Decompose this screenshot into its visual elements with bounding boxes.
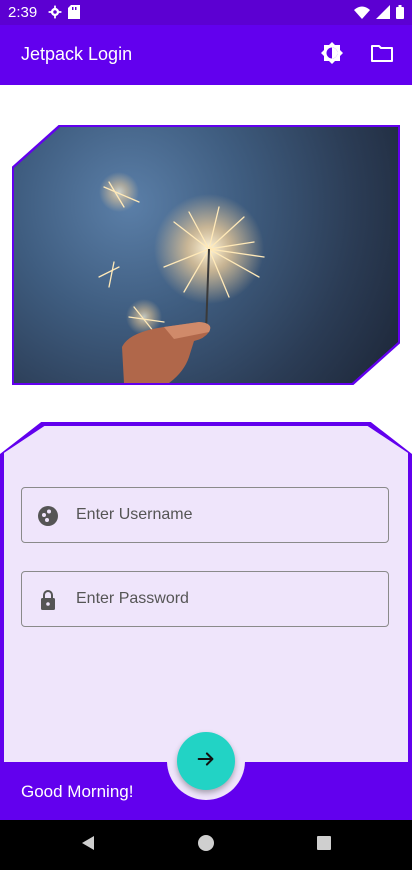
nav-back-button[interactable]	[76, 833, 100, 857]
password-field[interactable]: Enter Password	[21, 571, 389, 627]
nav-recents-button[interactable]	[312, 833, 336, 857]
password-placeholder: Enter Password	[76, 590, 189, 607]
app-title: Jetpack Login	[21, 44, 133, 64]
folder-icon	[370, 41, 394, 70]
login-fab[interactable]	[177, 732, 235, 790]
arrow-right-icon	[195, 748, 217, 775]
recents-icon	[315, 834, 333, 857]
folder-button[interactable]	[366, 39, 398, 71]
wifi-icon	[354, 6, 370, 24]
brightness-icon	[320, 41, 344, 70]
username-placeholder: Enter Username	[76, 506, 193, 523]
face-icon	[36, 504, 60, 528]
battery-icon	[396, 5, 404, 24]
home-icon	[197, 834, 215, 857]
sparkler-photo	[98, 172, 265, 383]
status-time: 2:39	[8, 4, 38, 21]
settings-icon	[48, 5, 62, 24]
sd-card-icon	[68, 5, 80, 24]
app-bar: Jetpack Login	[0, 25, 412, 85]
signal-icon	[376, 5, 390, 24]
hero-image	[14, 127, 398, 383]
nav-home-button[interactable]	[194, 833, 218, 857]
status-bar: 2:39	[0, 0, 412, 25]
brightness-button[interactable]	[316, 39, 348, 71]
lock-icon	[36, 588, 60, 612]
back-icon	[79, 834, 97, 857]
system-nav-bar	[0, 820, 412, 870]
username-field[interactable]: Enter Username	[21, 487, 389, 543]
greeting-text: Good Morning!	[21, 782, 134, 801]
